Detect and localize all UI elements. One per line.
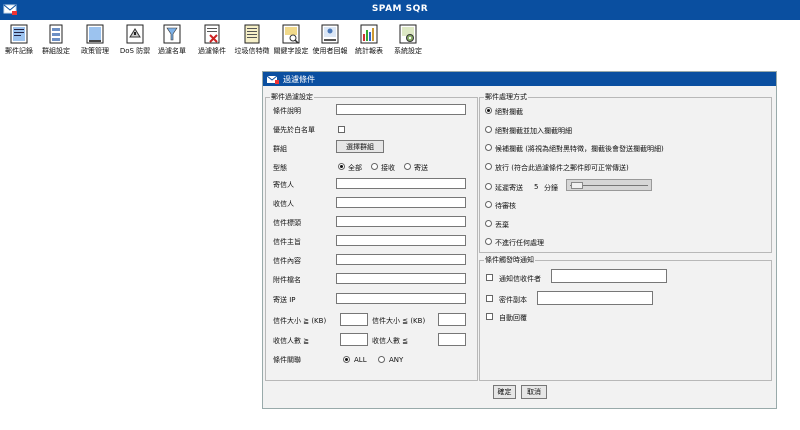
type-all-label: 全部 — [348, 164, 362, 172]
attachment-label: 附件檔名 — [273, 276, 301, 284]
content-label: 信件內容 — [273, 257, 301, 265]
header-input[interactable] — [336, 216, 466, 227]
rcpt-le-label: 收信人數 ≦ — [372, 337, 409, 345]
toolbar-policy[interactable]: 政策管理 — [76, 23, 114, 56]
delay-value: 5 — [534, 183, 539, 191]
action-delay-radio[interactable] — [485, 183, 492, 190]
cancel-button[interactable]: 取消 — [521, 385, 547, 399]
toolbar-filter-conditions[interactable]: 過濾條件 — [193, 23, 231, 56]
ok-button[interactable]: 確定 — [493, 385, 516, 399]
auto-reply-label: 自動回覆 — [499, 314, 527, 322]
action-pending-radio[interactable] — [485, 201, 492, 208]
subject-input[interactable] — [336, 235, 466, 246]
action-allow-label: 放行 (符合此過濾條件之郵件即可正常傳送) — [495, 164, 629, 172]
recipient-label: 收信人 — [273, 200, 294, 208]
desc-label: 條件說明 — [273, 107, 301, 115]
type-all-radio[interactable] — [338, 163, 345, 170]
type-send-radio[interactable] — [404, 163, 411, 170]
action-block-radio[interactable] — [485, 107, 492, 114]
system-settings-icon — [399, 24, 417, 44]
delay-slider-thumb[interactable] — [571, 182, 583, 189]
relation-all-label: ALL — [354, 356, 367, 364]
toolbar-filter-list[interactable]: 過濾名單 — [153, 23, 191, 56]
size-ge-label: 信件大小 ≧ (KB) — [273, 317, 327, 325]
ip-label: 寄送 IP — [273, 296, 296, 304]
size-le-label: 信件大小 ≦ (KB) — [372, 317, 426, 325]
bcc-input[interactable] — [537, 291, 653, 305]
size-ge-input[interactable] — [340, 313, 368, 326]
select-group-button[interactable]: 選擇群組 — [336, 140, 384, 153]
action-discard-label: 丟棄 — [495, 221, 509, 229]
action-allow-radio[interactable] — [485, 163, 492, 170]
attachment-input[interactable] — [336, 273, 466, 284]
action-candidate-radio[interactable] — [485, 144, 492, 151]
notify-recipient-input[interactable] — [551, 269, 667, 283]
auto-reply-checkbox[interactable] — [486, 313, 493, 320]
rcpt-le-input[interactable] — [438, 333, 466, 346]
notify-recipient-label: 通知信收件者 — [499, 275, 541, 283]
recipient-input[interactable] — [336, 197, 466, 208]
desc-input[interactable] — [336, 104, 466, 115]
action-block-detail-label: 絕對攔截並加入攔截明細 — [495, 127, 572, 135]
user-report-icon — [321, 24, 339, 44]
action-delay-label: 延遲寄送 — [495, 184, 523, 192]
delay-slider[interactable] — [566, 179, 652, 191]
action-none-label: 不進行任何處理 — [495, 239, 544, 247]
rcpt-ge-label: 收信人數 ≧ — [273, 337, 310, 345]
action-none-radio[interactable] — [485, 238, 492, 245]
subject-label: 信件主旨 — [273, 238, 301, 246]
dos-icon — [126, 24, 144, 44]
notify-recipient-checkbox[interactable] — [486, 274, 493, 281]
action-block-detail-radio[interactable] — [485, 126, 492, 133]
window-logo-icon — [267, 75, 279, 84]
policy-icon — [86, 24, 104, 44]
bcc-label: 密件副本 — [499, 296, 527, 304]
content-input[interactable] — [336, 254, 466, 265]
action-discard-radio[interactable] — [485, 220, 492, 227]
filter-condition-window: 過濾條件 郵件過濾設定 條件說明 優先於白名單 群組 選擇群組 型態 全部 接收… — [262, 71, 777, 409]
whitelist-label: 優先於白名單 — [273, 126, 315, 134]
relation-any-radio[interactable] — [378, 356, 385, 363]
main-toolbar: 郵件記錄 群組設定 政策管理 DoS 防禦 過濾名單 過濾條件 垃圾信特徵 關鍵… — [0, 20, 800, 60]
bcc-checkbox[interactable] — [486, 295, 493, 302]
app-title: SPAM SQR — [371, 4, 429, 14]
type-label: 型態 — [273, 164, 287, 172]
rcpt-ge-input[interactable] — [340, 333, 368, 346]
type-receive-radio[interactable] — [371, 163, 378, 170]
sender-input[interactable] — [336, 178, 466, 189]
sender-label: 寄信人 — [273, 181, 294, 189]
toolbar-system-settings[interactable]: 系統設定 — [389, 23, 427, 56]
mail-log-icon — [10, 24, 28, 44]
filter-list-icon — [163, 24, 181, 44]
keywords-icon — [282, 24, 300, 44]
filter-conditions-icon — [204, 24, 220, 44]
action-block-label: 絕對攔截 — [495, 108, 523, 116]
size-le-input[interactable] — [438, 313, 466, 326]
statistics-chart-icon — [360, 24, 378, 44]
relation-label: 條件關聯 — [273, 356, 301, 364]
window-title-bar: 過濾條件 — [263, 72, 776, 86]
delay-unit: 分鐘 — [544, 184, 558, 192]
action-candidate-label: 候補攔截 (將視為絕對黑特徵，攔截後會發送攔截明細) — [495, 145, 664, 153]
whitelist-checkbox[interactable] — [338, 126, 345, 133]
title-bar: SPAM SQR — [0, 0, 800, 20]
type-receive-label: 接收 — [381, 164, 395, 172]
window-title: 過濾條件 — [283, 75, 315, 84]
relation-any-label: ANY — [389, 356, 404, 364]
group-settings-icon — [49, 24, 63, 44]
type-send-label: 寄送 — [414, 164, 428, 172]
ip-input[interactable] — [336, 293, 466, 304]
filter-settings-legend: 郵件過濾設定 — [271, 93, 313, 101]
action-pending-label: 待審核 — [495, 202, 516, 210]
spam-features-icon — [244, 24, 260, 44]
header-label: 信件標頭 — [273, 219, 301, 227]
notify-legend: 條件觸發時通知 — [485, 256, 534, 264]
relation-all-radio[interactable] — [343, 356, 350, 363]
action-legend: 郵件處理方式 — [485, 93, 527, 101]
group-label: 群組 — [273, 145, 287, 153]
